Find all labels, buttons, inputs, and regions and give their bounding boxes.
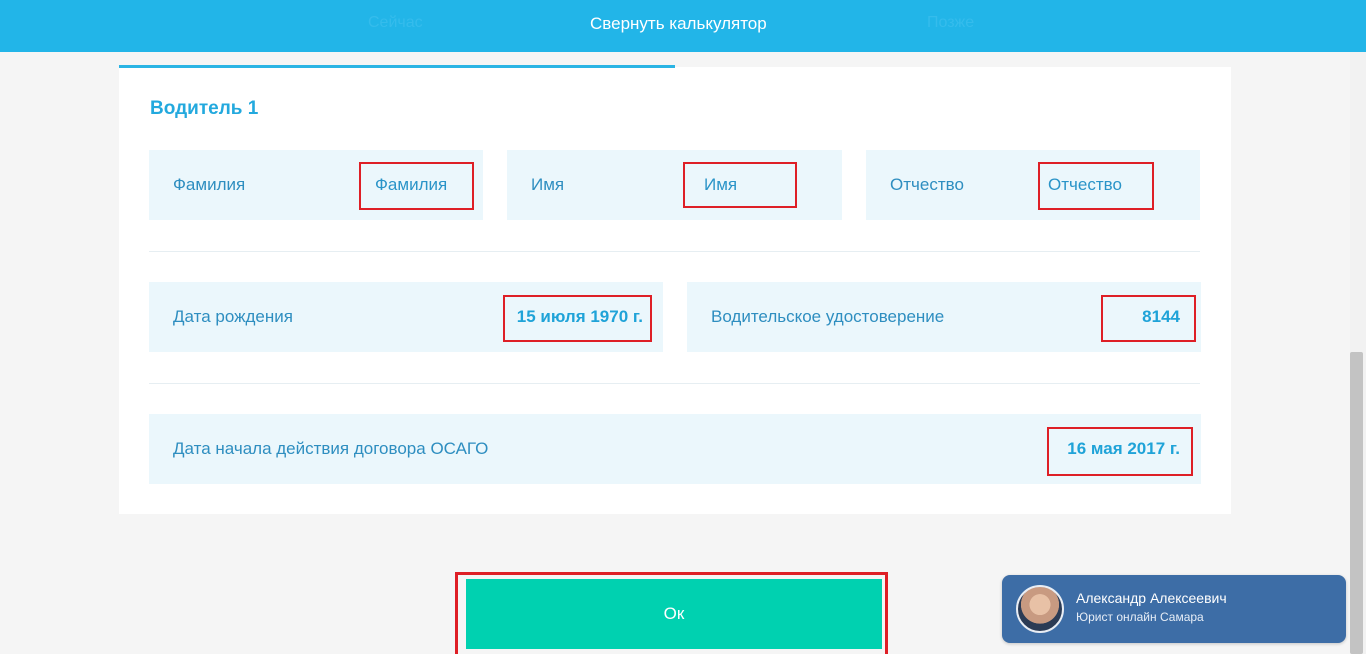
chat-agent-name: Александр Алексеевич bbox=[1076, 590, 1227, 606]
driver-heading: Водитель 1 bbox=[150, 98, 259, 119]
avatar bbox=[1016, 585, 1064, 633]
collapse-calculator-button[interactable]: Свернуть калькулятор bbox=[590, 14, 767, 34]
tab-later[interactable]: Позже bbox=[927, 14, 974, 32]
scrollbar-thumb[interactable] bbox=[1350, 352, 1363, 654]
chat-agent-role: Юрист онлайн Самара bbox=[1076, 610, 1204, 624]
active-tab-indicator bbox=[119, 65, 675, 68]
ok-button[interactable]: Ок bbox=[466, 579, 882, 649]
license-highlight bbox=[1101, 295, 1196, 342]
middle-name-label: Отчество bbox=[890, 175, 964, 194]
last-name-label: Фамилия bbox=[173, 175, 246, 194]
birth-date-highlight bbox=[503, 295, 652, 342]
policy-start-field[interactable]: Дата начала действия договора ОСАГО 16 м… bbox=[149, 414, 1201, 484]
middle-name-highlight bbox=[1038, 162, 1154, 210]
birth-date-label: Дата рождения bbox=[173, 307, 293, 326]
top-bar: Сейчас Свернуть калькулятор Позже bbox=[0, 0, 1366, 52]
first-name-highlight bbox=[683, 162, 797, 208]
chat-widget[interactable]: Александр Алексеевич Юрист онлайн Самара bbox=[1002, 575, 1346, 643]
policy-start-highlight bbox=[1047, 427, 1193, 476]
tab-now[interactable]: Сейчас bbox=[368, 14, 423, 32]
divider bbox=[149, 383, 1200, 384]
license-label: Водительское удостоверение bbox=[711, 307, 945, 326]
last-name-highlight bbox=[359, 162, 474, 210]
first-name-label: Имя bbox=[531, 175, 565, 194]
divider bbox=[149, 251, 1200, 252]
policy-start-label: Дата начала действия договора ОСАГО bbox=[173, 439, 489, 458]
